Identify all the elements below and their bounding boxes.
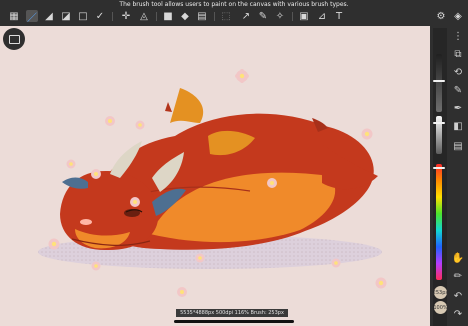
toolbar-divider [292,12,293,21]
palette-icon[interactable]: ◧ [452,120,464,132]
settings-icon[interactable]: ⋮ [452,30,464,42]
pen-icon[interactable]: ✎ [452,84,464,96]
dragon-illustration [60,88,378,251]
hue-handle[interactable] [433,167,445,169]
home-indicator [174,320,294,323]
blur-icon[interactable]: ◬ [138,10,150,22]
wand-icon[interactable]: ✓ [94,10,106,22]
toolbar-divider [112,12,113,21]
fill-color-icon[interactable]: ■ [162,10,174,22]
sharpen-icon[interactable]: ✧ [274,10,286,22]
color-eyedropper-icon[interactable]: ✎ [257,10,269,22]
opacity-unit: % [442,304,448,311]
eyedropper-icon[interactable]: ↗ [240,10,252,22]
redo-icon[interactable]: ↷ [452,308,464,320]
opacity-chip[interactable]: 100% [433,301,448,314]
hand-icon[interactable]: ✋ [452,252,464,264]
top-toolbar: The brush tool allows users to paint on … [0,0,468,26]
drawing-canvas[interactable] [0,26,430,326]
text-icon[interactable]: T [333,10,345,22]
layers-icon[interactable]: ◈ [452,10,464,22]
hue-slider[interactable] [436,164,442,280]
ruler-icon[interactable]: ⊿ [316,10,328,22]
opacity-value: 100 [433,304,443,311]
lasso-icon[interactable]: ⬚ [220,10,232,22]
paint-bucket-icon[interactable]: ◆ [179,10,191,22]
eraser-icon[interactable]: ◪ [60,10,72,22]
gradient-icon[interactable]: ▤ [196,10,208,22]
brush-settings-icon[interactable]: ✒ [452,102,464,114]
status-bar: 5535*4888px 500dpi 116% Brush: 253px 100… [176,309,288,324]
right-sidebar: 253 px 100% ⋮ ⧉ ⟲ ✎ ✒ ◧ ▤ ✋ ✏ ↶ ↷ [430,26,468,326]
tool-tooltip: The brush tool allows users to paint on … [119,1,349,8]
opacity-handle[interactable] [433,122,445,124]
brush-size-chip[interactable]: 253 px [432,286,449,299]
brush-size-unit: px [442,289,449,296]
brush-icon[interactable]: ／ [26,10,38,24]
pencil-icon[interactable]: ✏ [452,270,464,282]
brush-size-slider[interactable] [436,54,442,112]
brush-size-value: 253 [432,289,443,296]
history-icon[interactable]: ⟲ [452,66,464,78]
toolbar-divider [214,12,215,21]
crop-icon[interactable]: ▣ [298,10,310,22]
smudge-icon[interactable]: ◢ [43,10,55,22]
toolbar-divider [156,12,157,21]
copy-icon[interactable]: ⧉ [452,48,464,60]
brush-size-handle[interactable] [433,80,445,82]
undo-icon[interactable]: ↶ [452,290,464,302]
move-icon[interactable]: ✛ [120,10,132,22]
shapes-icon[interactable]: ⚙ [435,10,447,22]
grid-icon[interactable]: ▦ [8,10,20,22]
swatches-icon[interactable]: ▤ [452,140,464,152]
selection-icon[interactable]: □ [77,10,89,22]
